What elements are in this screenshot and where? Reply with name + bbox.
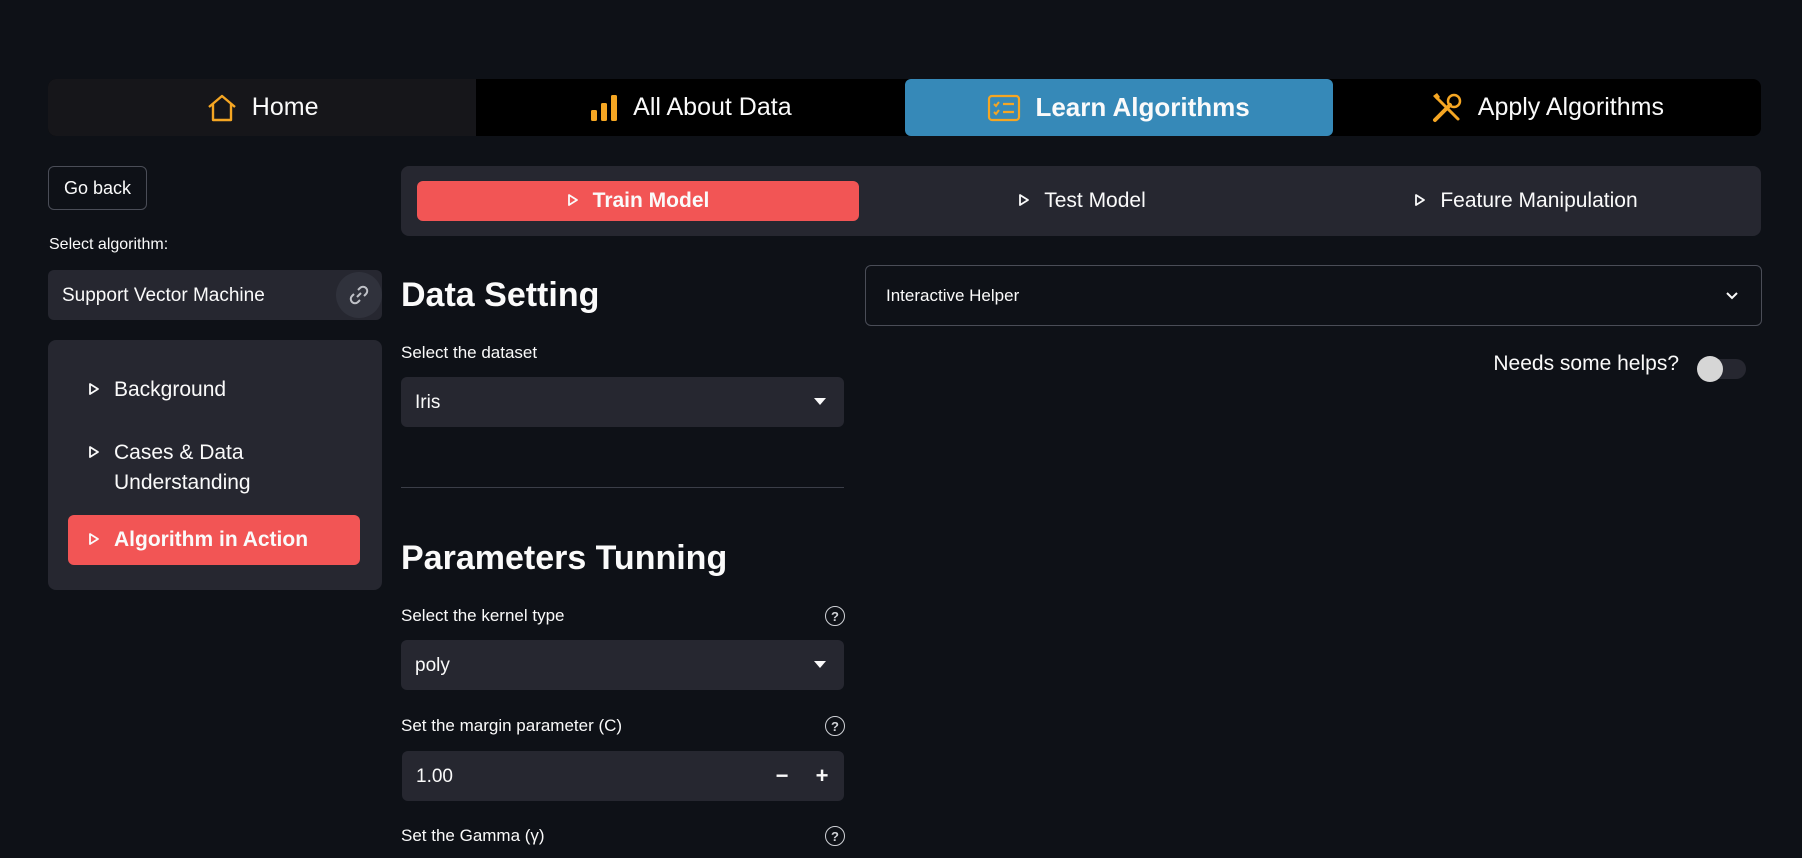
help-icon[interactable]: ?	[825, 826, 845, 846]
caret-down-icon	[814, 661, 826, 668]
menu-item-label: Background	[114, 378, 227, 401]
nav-all-about-data-label: All About Data	[633, 93, 792, 121]
interactive-helper-expander[interactable]: Interactive Helper	[865, 265, 1762, 326]
margin-value: 1.00	[416, 766, 453, 787]
nav-home[interactable]: Home	[48, 79, 477, 136]
checklist-icon	[987, 94, 1021, 122]
menu-item-label: Algorithm in Action	[114, 528, 309, 551]
tab-label: Feature Manipulation	[1440, 189, 1638, 212]
tab-label: Train Model	[592, 189, 710, 212]
gamma-label: Set the Gamma (γ)	[401, 826, 545, 845]
toggle-knob	[1697, 356, 1723, 382]
algorithm-select[interactable]: Support Vector Machine	[48, 270, 382, 320]
menu-item-background[interactable]: Background	[68, 378, 360, 402]
menu-item-cases[interactable]: Cases & Data Understanding	[68, 438, 360, 498]
needs-help-toggle[interactable]	[1697, 356, 1746, 382]
nav-learn-algorithms-label: Learn Algorithms	[1035, 92, 1250, 122]
needs-help-label: Needs some helps?	[1493, 352, 1679, 375]
link-icon[interactable]	[336, 272, 382, 318]
home-icon	[206, 93, 238, 123]
play-icon	[567, 189, 579, 213]
menu-item-label: Cases & Data Understanding	[114, 441, 251, 494]
dataset-label: Select the dataset	[401, 343, 538, 362]
nav-all-about-data[interactable]: All About Data	[476, 79, 904, 136]
caret-down-icon	[814, 398, 826, 405]
kernel-select-value: poly	[415, 655, 450, 676]
play-icon	[88, 378, 100, 402]
dataset-select[interactable]: Iris	[401, 377, 844, 427]
margin-number-input[interactable]: 1.00 − +	[402, 751, 844, 801]
nav-learn-algorithms[interactable]: Learn Algorithms	[904, 79, 1333, 136]
divider	[401, 487, 844, 488]
increment-button[interactable]: +	[802, 751, 842, 801]
data-setting-heading: Data Setting	[401, 276, 600, 314]
menu-item-algorithm-in-action[interactable]: Algorithm in Action	[68, 515, 360, 565]
algorithm-select-value: Support Vector Machine	[62, 285, 265, 306]
nav-apply-algorithms-label: Apply Algorithms	[1477, 93, 1664, 121]
kernel-label: Select the kernel type	[401, 606, 565, 625]
interactive-helper-title: Interactive Helper	[886, 286, 1020, 305]
kernel-select[interactable]: poly	[401, 640, 844, 690]
dataset-select-value: Iris	[415, 392, 441, 413]
select-algorithm-label: Select algorithm:	[49, 236, 169, 253]
top-navigation: Home All About Data Learn Algorithms App…	[48, 79, 1761, 136]
play-icon	[1414, 189, 1426, 213]
play-icon	[88, 528, 100, 552]
tab-train-model[interactable]: Train Model	[417, 181, 859, 221]
go-back-button[interactable]: Go back	[48, 166, 147, 210]
bar-chart-icon	[589, 94, 619, 122]
play-icon	[88, 438, 100, 468]
help-icon[interactable]: ?	[825, 606, 845, 626]
model-tabs: Train Model Test Model Feature Manipulat…	[401, 166, 1761, 236]
sidebar-menu: Background Cases & Data Understanding Al…	[48, 340, 382, 590]
decrement-button[interactable]: −	[762, 751, 802, 801]
help-icon[interactable]: ?	[825, 716, 845, 736]
tab-feature-manipulation[interactable]: Feature Manipulation	[1305, 181, 1747, 221]
nav-apply-algorithms[interactable]: Apply Algorithms	[1333, 79, 1761, 136]
tab-test-model[interactable]: Test Model	[861, 181, 1303, 221]
margin-label: Set the margin parameter (C)	[401, 716, 623, 735]
tools-icon	[1430, 91, 1464, 125]
parameters-heading: Parameters Tunning	[401, 539, 728, 577]
play-icon	[1018, 189, 1030, 213]
chevron-down-icon	[1725, 288, 1739, 306]
tab-label: Test Model	[1044, 189, 1146, 212]
nav-home-label: Home	[251, 93, 319, 121]
